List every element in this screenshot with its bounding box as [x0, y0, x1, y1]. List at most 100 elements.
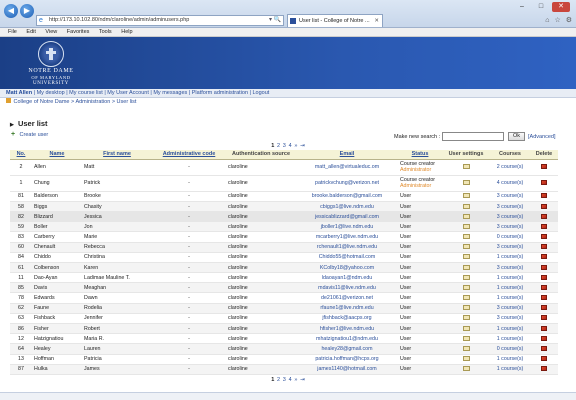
- page-next-icon[interactable]: »: [294, 377, 297, 383]
- cell-email-link[interactable]: Chiddo55@hotmail.com: [296, 252, 398, 263]
- cell-email-link[interactable]: mcarberry1@live.ndm.edu: [296, 231, 398, 243]
- delete-user-icon[interactable]: [541, 366, 547, 372]
- cell-email-link[interactable]: cbiggs1@live.ndm.edu: [296, 201, 398, 213]
- cell-courses-link[interactable]: 0 course(s): [490, 231, 530, 243]
- cell-courses-link[interactable]: 1 course(s): [490, 292, 530, 304]
- page-last-icon[interactable]: ⇥: [300, 377, 305, 383]
- col-first-name[interactable]: First name: [82, 150, 152, 160]
- delete-user-icon[interactable]: [541, 315, 547, 321]
- cell-courses-link[interactable]: 1 course(s): [490, 252, 530, 263]
- user-settings-icon[interactable]: [462, 295, 470, 301]
- search-input[interactable]: [442, 132, 504, 141]
- delete-user-icon[interactable]: [541, 264, 547, 270]
- delete-user-icon[interactable]: [541, 284, 547, 290]
- cell-courses-link[interactable]: 1 course(s): [490, 333, 530, 345]
- cell-email-link[interactable]: jboller1@live.ndm.edu: [296, 221, 398, 233]
- tab-close-icon[interactable]: ✕: [374, 15, 379, 27]
- delete-user-icon[interactable]: [541, 305, 547, 311]
- delete-user-icon[interactable]: [541, 274, 547, 280]
- cell-courses-link[interactable]: 1 course(s): [490, 272, 530, 284]
- back-button[interactable]: ◀: [4, 4, 18, 18]
- cell-email-link[interactable]: matt_allen@virtualeduc.om: [296, 159, 398, 176]
- cell-email-link[interactable]: hfisher1@live.ndm.edu: [296, 323, 398, 335]
- page-4[interactable]: 4: [289, 377, 292, 383]
- page-2[interactable]: 2: [277, 143, 280, 149]
- create-user-link[interactable]: + Create user: [11, 131, 48, 138]
- user-settings-icon[interactable]: [462, 274, 470, 280]
- user-nav-links[interactable]: My desktop | My course list | My User Ac…: [37, 90, 270, 96]
- delete-user-icon[interactable]: [541, 213, 547, 219]
- favorites-star-icon[interactable]: ☆: [554, 17, 560, 24]
- user-settings-icon[interactable]: [462, 223, 470, 229]
- cell-email-link[interactable]: brooke.balderson@gmail.com: [296, 191, 398, 202]
- cell-courses-link[interactable]: 1 course(s): [490, 354, 530, 365]
- delete-user-icon[interactable]: [541, 203, 547, 209]
- page-1[interactable]: 1: [271, 143, 274, 149]
- delete-user-icon[interactable]: [541, 295, 547, 301]
- cell-email-link[interactable]: healey28@gmail.com: [296, 343, 398, 355]
- delete-user-icon[interactable]: [541, 244, 547, 250]
- user-settings-icon[interactable]: [462, 234, 470, 240]
- cell-email-link[interactable]: james1140@hotmail.com: [296, 364, 398, 376]
- col-email[interactable]: Email: [296, 150, 398, 160]
- address-tools-icons[interactable]: ▾ 🔍 ⟳ ✕: [269, 16, 283, 25]
- cell-email-link[interactable]: mhatzignatiou1@ndm.edu: [296, 333, 398, 345]
- cell-courses-link[interactable]: 1 course(s): [490, 364, 530, 376]
- delete-user-icon[interactable]: [541, 193, 547, 199]
- cell-email-link[interactable]: rfaune1@live.ndm.edu: [296, 303, 398, 314]
- cell-email-link[interactable]: patrickvchung@verizon.net: [296, 175, 398, 192]
- current-user-link[interactable]: Matt Allen: [6, 90, 32, 96]
- cell-courses-link[interactable]: 3 course(s): [490, 201, 530, 213]
- cell-courses-link[interactable]: 1 course(s): [490, 282, 530, 294]
- address-bar[interactable]: e http://173.10.102.80/ndm/claroline/adm…: [36, 15, 284, 26]
- menu-favorites[interactable]: Favorites: [67, 29, 90, 35]
- delete-user-icon[interactable]: [541, 356, 547, 362]
- user-settings-icon[interactable]: [462, 346, 470, 351]
- user-settings-icon[interactable]: [462, 315, 470, 321]
- cell-courses-link[interactable]: 3 course(s): [490, 242, 530, 253]
- user-settings-icon[interactable]: [462, 366, 470, 372]
- user-settings-icon[interactable]: [462, 213, 470, 219]
- forward-button[interactable]: ▶: [20, 4, 34, 18]
- cell-courses-link[interactable]: 4 course(s): [490, 175, 530, 192]
- cell-email-link[interactable]: rchenault1@live.ndm.edu: [296, 242, 398, 253]
- cell-courses-link[interactable]: 2 course(s): [490, 159, 530, 176]
- close-window-button[interactable]: ✕: [552, 2, 570, 12]
- cell-email-link[interactable]: jfishback@aacps.org: [296, 313, 398, 324]
- user-settings-icon[interactable]: [462, 264, 470, 270]
- cell-email-link[interactable]: mdavis11@live.ndm.edu: [296, 282, 398, 294]
- minimize-button[interactable]: –: [513, 2, 531, 12]
- page-1[interactable]: 1: [271, 377, 274, 383]
- user-settings-icon[interactable]: [462, 325, 470, 331]
- user-settings-icon[interactable]: [462, 254, 470, 260]
- menu-edit[interactable]: Edit: [26, 29, 35, 35]
- user-settings-icon[interactable]: [462, 305, 470, 311]
- col-status[interactable]: Status: [398, 150, 442, 160]
- delete-user-icon[interactable]: [541, 335, 547, 341]
- delete-user-icon[interactable]: [541, 223, 547, 229]
- cell-email-link[interactable]: de21061@verizon.net: [296, 292, 398, 304]
- delete-user-icon[interactable]: [541, 254, 547, 260]
- cell-courses-link[interactable]: 3 course(s): [490, 191, 530, 202]
- cell-courses-link[interactable]: 3 course(s): [490, 303, 530, 314]
- user-settings-icon[interactable]: [462, 356, 470, 362]
- cell-email-link[interactable]: patricia.hoffman@hcps.org: [296, 354, 398, 365]
- page-last-icon[interactable]: ⇥: [300, 143, 305, 149]
- delete-user-icon[interactable]: [541, 325, 547, 331]
- menu-help[interactable]: Help: [121, 29, 132, 35]
- home-icon[interactable]: ⌂: [545, 17, 549, 24]
- browser-tab[interactable]: User list - College of Notre ... ✕: [287, 14, 383, 27]
- cell-courses-link[interactable]: 1 course(s): [490, 323, 530, 335]
- page-3[interactable]: 3: [283, 143, 286, 149]
- menu-file[interactable]: File: [8, 29, 17, 35]
- cell-courses-link[interactable]: 3 course(s): [490, 211, 530, 223]
- user-settings-icon[interactable]: [462, 203, 470, 209]
- page-4[interactable]: 4: [289, 143, 292, 149]
- user-settings-icon[interactable]: [462, 193, 470, 199]
- cell-email-link[interactable]: jessicablizzard@gmail.com: [296, 211, 398, 223]
- col-no[interactable]: No.: [10, 150, 32, 160]
- user-settings-icon[interactable]: [462, 180, 470, 186]
- delete-user-icon[interactable]: [541, 164, 547, 170]
- col-admin-code[interactable]: Administrative code: [152, 150, 226, 160]
- page-next-icon[interactable]: »: [294, 143, 297, 149]
